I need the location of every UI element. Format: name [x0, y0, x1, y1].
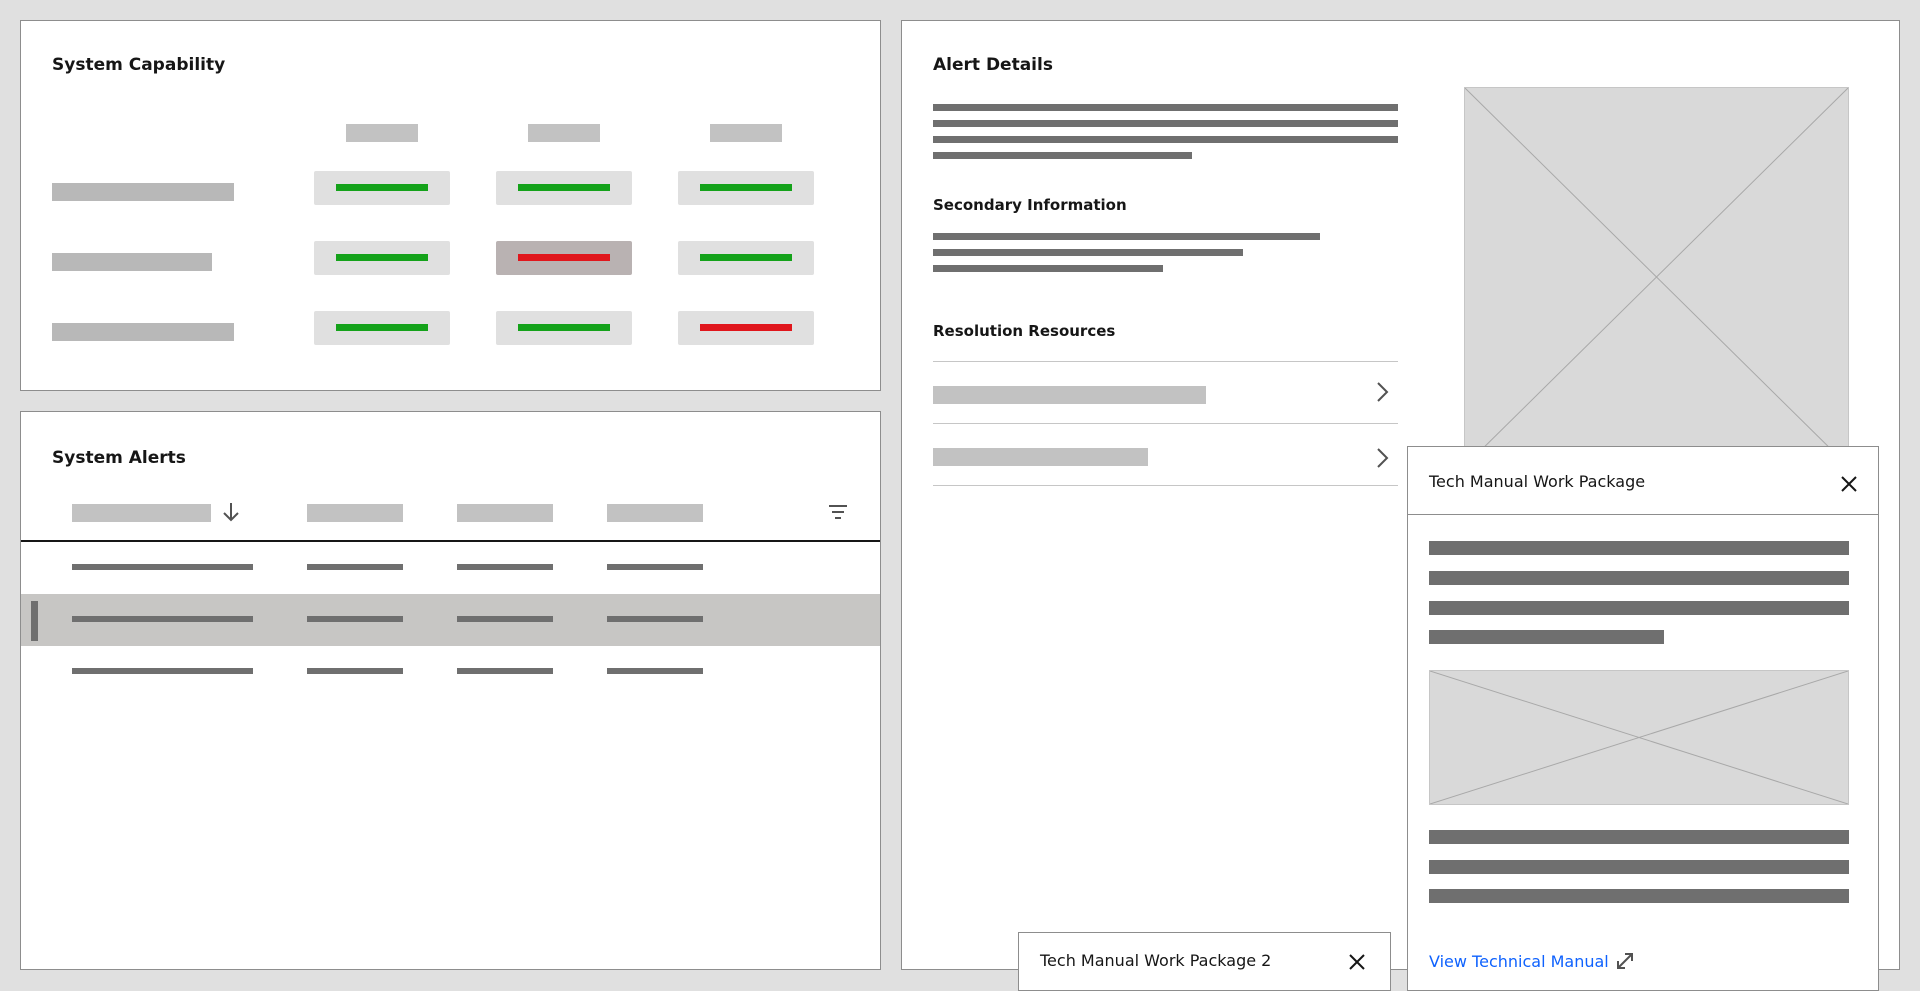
row-label [52, 183, 234, 201]
view-technical-manual-link[interactable]: View Technical Manual [1429, 952, 1609, 971]
expand-icon[interactable] [1614, 950, 1636, 972]
table-cell [607, 616, 703, 622]
status-ok-bar [336, 184, 428, 191]
image-placeholder [1464, 87, 1849, 467]
table-cell [72, 564, 253, 570]
status-ok-bar [700, 254, 792, 261]
text-line [1429, 860, 1849, 874]
column-header [346, 124, 418, 142]
capability-status-cell[interactable] [314, 311, 450, 345]
resource-label [933, 448, 1148, 466]
capability-status-cell[interactable] [314, 171, 450, 205]
text-line [1429, 630, 1664, 644]
table-row-selected[interactable] [21, 594, 880, 646]
chevron-right-icon [1370, 380, 1394, 404]
column-header [710, 124, 782, 142]
text-line [933, 136, 1398, 143]
close-icon[interactable] [1838, 473, 1860, 495]
image-placeholder [1429, 670, 1849, 805]
table-cell [72, 668, 253, 674]
status-fail-bar [518, 254, 610, 261]
table-cell [72, 616, 253, 622]
tech-manual-popover: Tech Manual Work Package View Technical … [1407, 446, 1879, 991]
row-label [52, 253, 212, 271]
chevron-right-icon [1370, 446, 1394, 470]
status-fail-bar [700, 324, 792, 331]
resource-label [933, 386, 1206, 404]
text-line [1429, 541, 1849, 555]
popover-title: Tech Manual Work Package [1429, 472, 1646, 491]
text-line [933, 104, 1398, 111]
capability-status-cell[interactable] [314, 241, 450, 275]
panel-title: Alert Details [933, 55, 1053, 75]
panel-title: System Alerts [52, 448, 186, 468]
text-line [1429, 571, 1849, 585]
text-line [933, 120, 1398, 127]
table-cell [307, 564, 403, 570]
text-line [933, 233, 1320, 240]
text-line [1429, 830, 1849, 844]
capability-status-cell[interactable] [496, 311, 632, 345]
text-line [1429, 889, 1849, 903]
system-capability-panel: System Capability [20, 20, 881, 391]
capability-status-cell[interactable] [678, 171, 814, 205]
text-line [1429, 601, 1849, 615]
table-cell [607, 668, 703, 674]
column-header[interactable] [307, 504, 403, 522]
status-ok-bar [336, 254, 428, 261]
capability-status-cell[interactable] [678, 241, 814, 275]
table-cell [607, 564, 703, 570]
text-line [933, 249, 1243, 256]
table-row[interactable] [21, 646, 880, 698]
text-line [933, 265, 1163, 272]
filter-icon[interactable] [827, 502, 849, 522]
table-cell [457, 668, 553, 674]
table-cell [307, 616, 403, 622]
tab-title: Tech Manual Work Package 2 [1040, 951, 1272, 970]
table-cell [457, 564, 553, 570]
system-alerts-panel: System Alerts [20, 411, 881, 970]
table-row[interactable] [21, 542, 880, 594]
status-ok-bar [518, 184, 610, 191]
status-ok-bar [336, 324, 428, 331]
capability-status-cell[interactable] [678, 311, 814, 345]
column-header-sortable[interactable] [72, 504, 211, 522]
resource-link[interactable] [933, 423, 1398, 486]
table-cell [457, 616, 553, 622]
panel-title: System Capability [52, 55, 226, 75]
capability-status-cell[interactable] [496, 171, 632, 205]
capability-status-cell[interactable] [496, 241, 632, 275]
row-label [52, 323, 234, 341]
table-cell [307, 668, 403, 674]
close-icon[interactable] [1346, 951, 1368, 973]
text-line [933, 152, 1192, 159]
status-ok-bar [700, 184, 792, 191]
status-ok-bar [518, 324, 610, 331]
column-header[interactable] [457, 504, 553, 522]
section-heading: Resolution Resources [933, 322, 1116, 340]
resource-link[interactable] [933, 361, 1398, 423]
section-heading: Secondary Information [933, 196, 1127, 214]
column-header[interactable] [607, 504, 703, 522]
selection-indicator [31, 601, 38, 641]
column-header [528, 124, 600, 142]
tech-manual-tab[interactable]: Tech Manual Work Package 2 [1018, 932, 1391, 991]
arrow-down-icon[interactable] [221, 500, 241, 524]
popover-divider [1408, 514, 1878, 515]
